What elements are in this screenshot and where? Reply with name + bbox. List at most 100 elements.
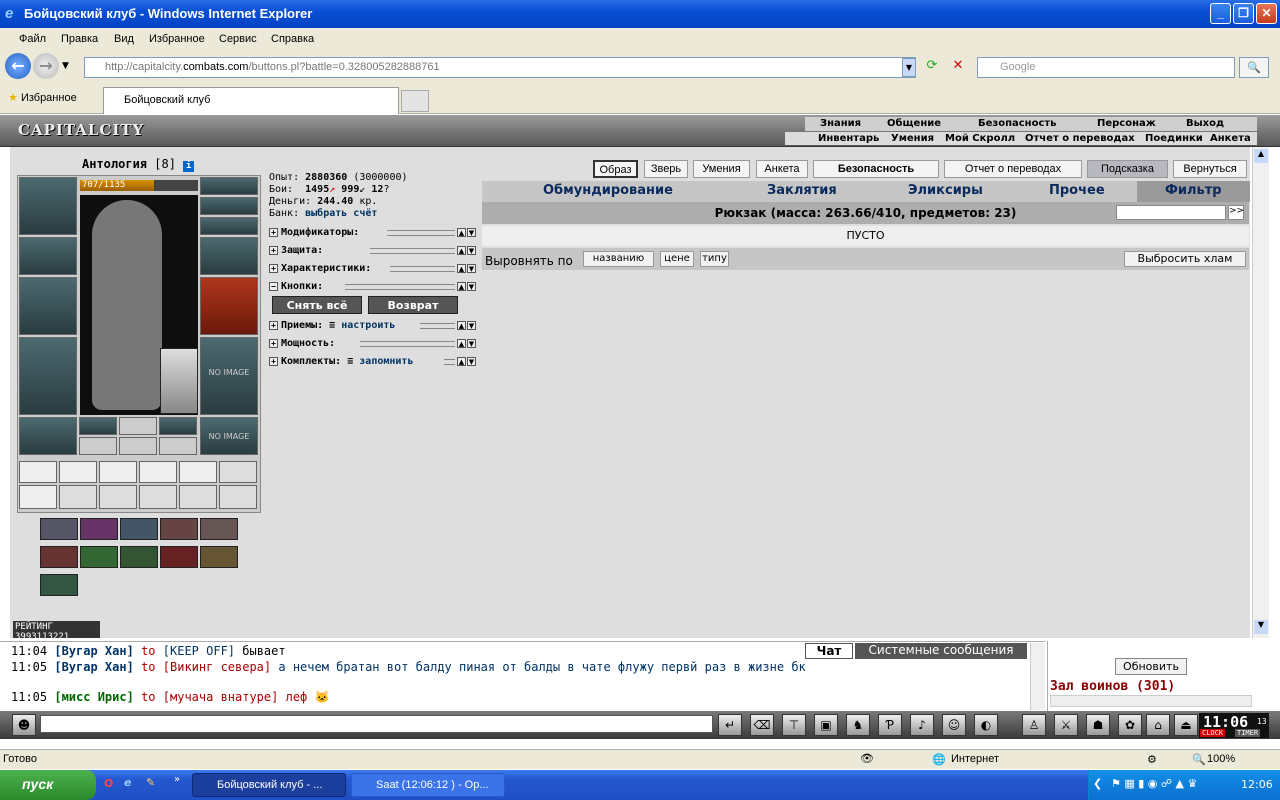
new-tab-button[interactable] [401,90,429,112]
empty-slot-1[interactable]: NO IMAGE [200,337,258,415]
protected-mode-icon[interactable]: ⚙ [1147,753,1157,766]
arrow-down-icon[interactable]: ▼ [467,321,476,330]
ability-icon-7[interactable] [80,546,118,568]
tab-elixirs[interactable]: Эликсиры [908,183,983,198]
pet-owl-icon[interactable] [160,348,198,414]
room-scrollbar[interactable] [1050,695,1252,707]
eraser-icon[interactable]: ⌫ [750,714,774,736]
stop-icon[interactable]: ✕ [948,58,968,77]
menu-edit[interactable]: Правка [61,33,98,45]
sets-remember-link[interactable]: запомнить [359,356,413,367]
sound-icon[interactable]: ♪ [910,714,934,736]
section-techniques[interactable]: + Приемы: ≡ настроить [269,320,395,331]
nav-knowledge[interactable]: Знания [820,118,861,129]
weapon-slot[interactable] [19,277,77,335]
belt-slot[interactable] [19,417,77,455]
translit-icon[interactable]: Ƥ [878,714,902,736]
arrow-up-icon[interactable]: ▲ [457,357,466,366]
opera-icon[interactable]: O [104,777,113,790]
arrow-down-icon[interactable]: ▼ [467,357,476,366]
rings-slot[interactable] [200,217,258,235]
back-button[interactable]: ← [5,53,31,79]
inventory-search-go-button[interactable]: >> [1228,205,1244,220]
refresh-icon[interactable]: ⟳ [922,58,942,77]
character-name[interactable]: Антология [8] i [82,157,195,172]
skills-button[interactable]: Умения [693,160,750,178]
subnav-fights[interactable]: Поединки [1145,133,1203,144]
scroll-item-4[interactable] [139,461,177,483]
quicklaunch-icon[interactable]: ✎ [146,776,155,789]
chat-line[interactable]: 11:04 [Вугар Хан] to [KEEP OFF] бывает [11,644,286,658]
inventory-search-input[interactable] [1116,205,1226,220]
close-button[interactable]: ✕ [1256,3,1277,24]
image-button[interactable]: Образ [593,160,638,178]
bracers-slot[interactable] [19,237,77,275]
search-icon[interactable]: 🔍 [1239,57,1269,78]
shield-slot[interactable] [200,277,258,335]
ability-icon-5[interactable] [200,518,238,540]
belt-item-2[interactable] [119,417,157,435]
empty-slot-2[interactable]: NO IMAGE [200,417,258,455]
transfer-report-button[interactable]: Отчет о переводах [944,160,1082,178]
ability-icon-8[interactable] [120,546,158,568]
belt-item-6[interactable] [159,437,197,455]
subnav-transfer-report[interactable]: Отчет о переводах [1025,133,1135,144]
privacy-icon[interactable]: 👁 [860,752,874,765]
ability-icon-4[interactable] [160,518,198,540]
profile-button[interactable]: Анкета [756,160,808,178]
history-dropdown-icon[interactable]: ▼ [62,61,69,71]
belt-item-4[interactable] [79,437,117,455]
scroll-item-1[interactable] [19,461,57,483]
arrow-down-icon[interactable]: ▼ [467,339,476,348]
arrow-down-icon[interactable]: ▼ [467,228,476,237]
inventory-icon[interactable]: ⚔ [1054,714,1078,736]
minimize-button[interactable]: _ [1210,3,1231,24]
section-power[interactable]: + Мощность: [269,338,335,349]
section-modifiers[interactable]: + Модификаторы: [269,227,359,238]
quicklaunch-more-icon[interactable]: » [174,774,180,785]
address-input[interactable]: http://capitalcity.combats.com/buttons.p… [84,57,916,78]
tab-system-messages[interactable]: Системные сообщения [855,643,1027,659]
filter-icon[interactable]: ⊤ [782,714,806,736]
tray-clock[interactable]: 12:06 [1241,778,1273,791]
menu-tools[interactable]: Сервис [219,33,257,45]
arrow-down-icon[interactable]: ▼ [467,264,476,273]
tray-expand-icon[interactable]: ❮ [1093,777,1102,790]
player-icon[interactable]: ♙ [1022,714,1046,736]
scroll-item-7[interactable] [19,485,57,509]
ability-icon-6[interactable] [40,546,78,568]
refresh-button[interactable]: Обновить [1115,658,1187,675]
section-buttons[interactable]: − Кнопки: [269,281,323,292]
scroll-item-10[interactable] [139,485,177,509]
scroll-item-12[interactable] [219,485,257,509]
ability-icon-2[interactable] [80,518,118,540]
map-icon[interactable]: ☗ [1086,714,1110,736]
gloves-slot[interactable] [200,237,258,275]
info-icon[interactable]: i [183,161,195,172]
room-name[interactable]: Зал воинов (301) [1050,679,1175,694]
subnav-skills[interactable]: Умения [891,133,934,144]
task-combats[interactable]: Бойцовский клуб - ... [192,773,346,797]
arrow-up-icon[interactable]: ▲ [457,228,466,237]
scroll-item-9[interactable] [99,485,137,509]
send-icon[interactable]: ↵ [718,714,742,736]
nav-communication[interactable]: Общение [887,118,941,129]
section-characteristics[interactable]: + Характеристики: [269,263,371,274]
sort-by-name-button[interactable]: названию [583,251,654,267]
tab-spells[interactable]: Заклятия [767,183,837,198]
amulet-slot[interactable] [200,197,258,215]
ie-quicklaunch-icon[interactable]: e [124,776,131,789]
beast-button[interactable]: Зверь [644,160,688,178]
scroll-item-5[interactable] [179,461,217,483]
ability-icon-1[interactable] [40,518,78,540]
address-dropdown-icon[interactable]: ▼ [902,58,916,77]
menu-view[interactable]: Вид [114,33,134,45]
search-input[interactable]: Google [977,57,1235,78]
tab-filter[interactable]: Фильтр [1137,181,1250,202]
tray-icons[interactable]: ⚑ ▦ ▮ ◉ ☍ ▲ ♛ [1111,777,1197,790]
ability-icon-11[interactable] [40,574,78,596]
forward-button[interactable]: → [33,53,59,79]
hint-button[interactable]: Подсказка [1087,160,1168,178]
chat-input[interactable] [40,715,713,733]
start-button[interactable]: пуск [0,770,96,800]
